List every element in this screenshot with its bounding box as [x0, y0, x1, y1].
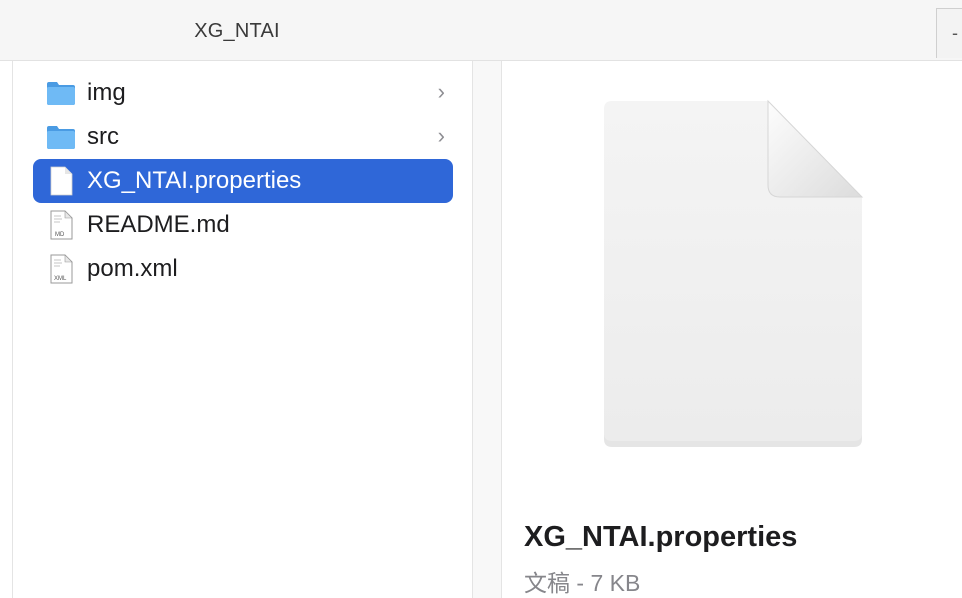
chevron-right-icon: › — [437, 123, 445, 148]
minus-icon: - — [952, 23, 958, 43]
document-icon — [50, 166, 73, 196]
finder-window: XG_NTAI - img › src › XG_NTAI.properties… — [0, 0, 962, 598]
column-divider[interactable] — [473, 61, 501, 598]
list-item-label: pom.xml — [87, 255, 178, 282]
title-bar: XG_NTAI - — [0, 0, 962, 61]
document-preview-icon — [604, 99, 864, 447]
list-item-properties-file[interactable]: XG_NTAI.properties — [33, 159, 453, 203]
markdown-document-icon: MD — [50, 210, 73, 240]
window-title: XG_NTAI — [194, 20, 280, 42]
list-item-src[interactable]: src › — [33, 115, 453, 159]
list-item-label: img — [87, 79, 126, 106]
xml-document-icon: XML — [50, 254, 73, 284]
svg-text:MD: MD — [55, 232, 65, 238]
file-list-column: img › src › XG_NTAI.properties MD README… — [12, 61, 473, 598]
chevron-right-icon: › — [437, 79, 445, 104]
list-item-label: XG_NTAI.properties — [87, 167, 302, 194]
list-item-readme[interactable]: MD README.md — [33, 203, 453, 247]
svg-text:XML: XML — [54, 276, 67, 282]
folder-icon — [47, 126, 75, 149]
list-item-img[interactable]: img › — [33, 71, 453, 115]
folder-icon — [47, 82, 75, 105]
preview-file-meta: 文稿 - 7 KB — [524, 570, 641, 596]
list-item-label: README.md — [87, 211, 230, 238]
list-item-pom[interactable]: XML pom.xml — [33, 247, 453, 291]
preview-pane: XG_NTAI.properties 文稿 - 7 KB — [501, 61, 962, 598]
preview-file-name: XG_NTAI.properties — [524, 521, 798, 553]
window-control-button[interactable]: - — [936, 8, 962, 58]
list-item-label: src — [87, 123, 119, 150]
